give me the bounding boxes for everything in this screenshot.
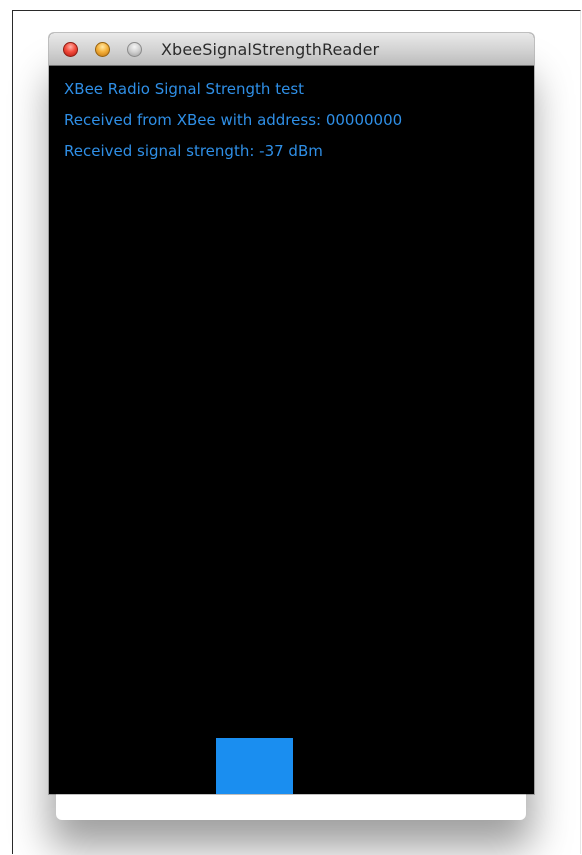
address-text: Received from XBee with address: 0000000… [64, 111, 403, 129]
window-title: XbeeSignalStrengthReader [161, 40, 380, 59]
title-bar[interactable]: XbeeSignalStrengthReader [49, 33, 534, 66]
close-icon[interactable] [63, 42, 78, 57]
minimize-icon[interactable] [95, 42, 110, 57]
zoom-icon[interactable] [127, 42, 142, 57]
app-window: XbeeSignalStrengthReader XBee Radio Sign… [49, 33, 534, 794]
sketch-canvas: XBee Radio Signal Strength test Received… [49, 66, 534, 794]
signal-strength-text: Received signal strength: -37 dBm [64, 142, 323, 160]
signal-strength-bar [216, 738, 293, 794]
heading-text: XBee Radio Signal Strength test [64, 80, 305, 98]
